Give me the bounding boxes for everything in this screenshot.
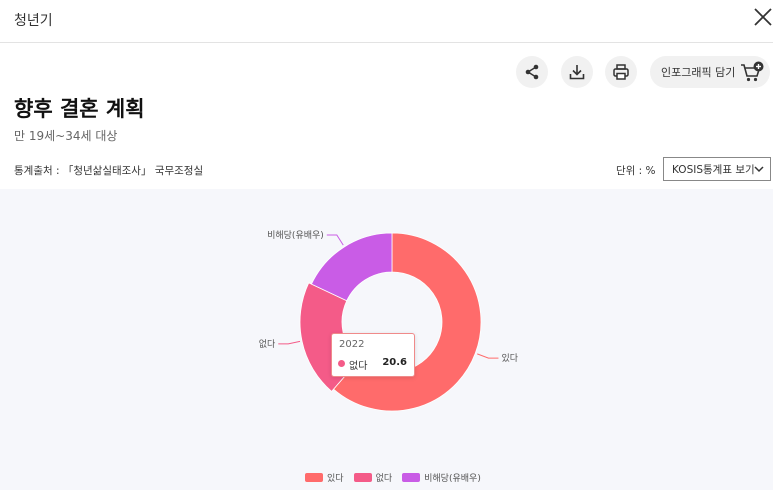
print-button[interactable] — [605, 56, 637, 88]
header-bar: 청년기 — [0, 0, 773, 43]
page-subtitle: 만 19세~34세 대상 — [14, 129, 118, 143]
page-title: 향후 결혼 계획 — [14, 97, 145, 121]
legend-label: 비해당(유배우) — [424, 474, 481, 484]
slice-connector — [326, 234, 344, 246]
legend-label: 있다 — [327, 474, 344, 484]
legend-item-no[interactable]: 없다 — [353, 471, 393, 484]
print-icon — [613, 64, 629, 80]
add-infographic-button[interactable]: 인포그래픽 담기 — [650, 56, 770, 88]
close-icon — [754, 8, 772, 26]
slice-label-no: 없다 — [259, 339, 276, 350]
legend-item-yes[interactable]: 있다 — [305, 471, 344, 484]
share-button[interactable] — [516, 56, 548, 88]
legend-item-not-applicable[interactable]: 비해당(유배우) — [402, 471, 481, 484]
cart-plus-icon — [741, 61, 764, 82]
chart-area: 있다 없다 비해당(유배우) 2022 없다 20.6 있다 없다 비해당(유배우) — [0, 189, 773, 490]
chart-legend: 있다 없다 비해당(유배우) — [305, 471, 491, 484]
slice-connector — [477, 353, 499, 359]
share-icon — [525, 64, 539, 80]
legend-swatch — [402, 473, 421, 482]
header-title: 청년기 — [14, 13, 53, 29]
unit-label: 단위 : % — [616, 165, 656, 177]
tooltip-year: 2022 — [339, 339, 365, 350]
kosis-label: KOSIS통계표 보기 — [672, 163, 755, 176]
legend-label: 없다 — [375, 474, 393, 484]
slice-connector — [278, 340, 301, 345]
slice-label-not-applicable: 비해당(유배우) — [267, 230, 324, 241]
legend-swatch — [353, 473, 372, 482]
tooltip-series-name: 없다 — [349, 361, 368, 372]
kosis-table-button[interactable]: KOSIS통계표 보기 — [663, 157, 771, 181]
close-button[interactable] — [752, 6, 773, 28]
chart-tooltip: 2022 없다 20.6 — [331, 333, 415, 377]
data-source: 통계출처 : 「청년삶실태조사」 국무조정실 — [14, 165, 204, 177]
infographic-label: 인포그래픽 담기 — [661, 66, 736, 79]
chevron-down-icon — [754, 166, 764, 173]
tooltip-series-dot — [338, 360, 345, 367]
download-button[interactable] — [561, 56, 593, 88]
tooltip-value: 20.6 — [382, 357, 407, 368]
download-icon — [569, 65, 585, 80]
slice-label-yes: 있다 — [501, 352, 518, 364]
legend-swatch — [305, 473, 323, 482]
